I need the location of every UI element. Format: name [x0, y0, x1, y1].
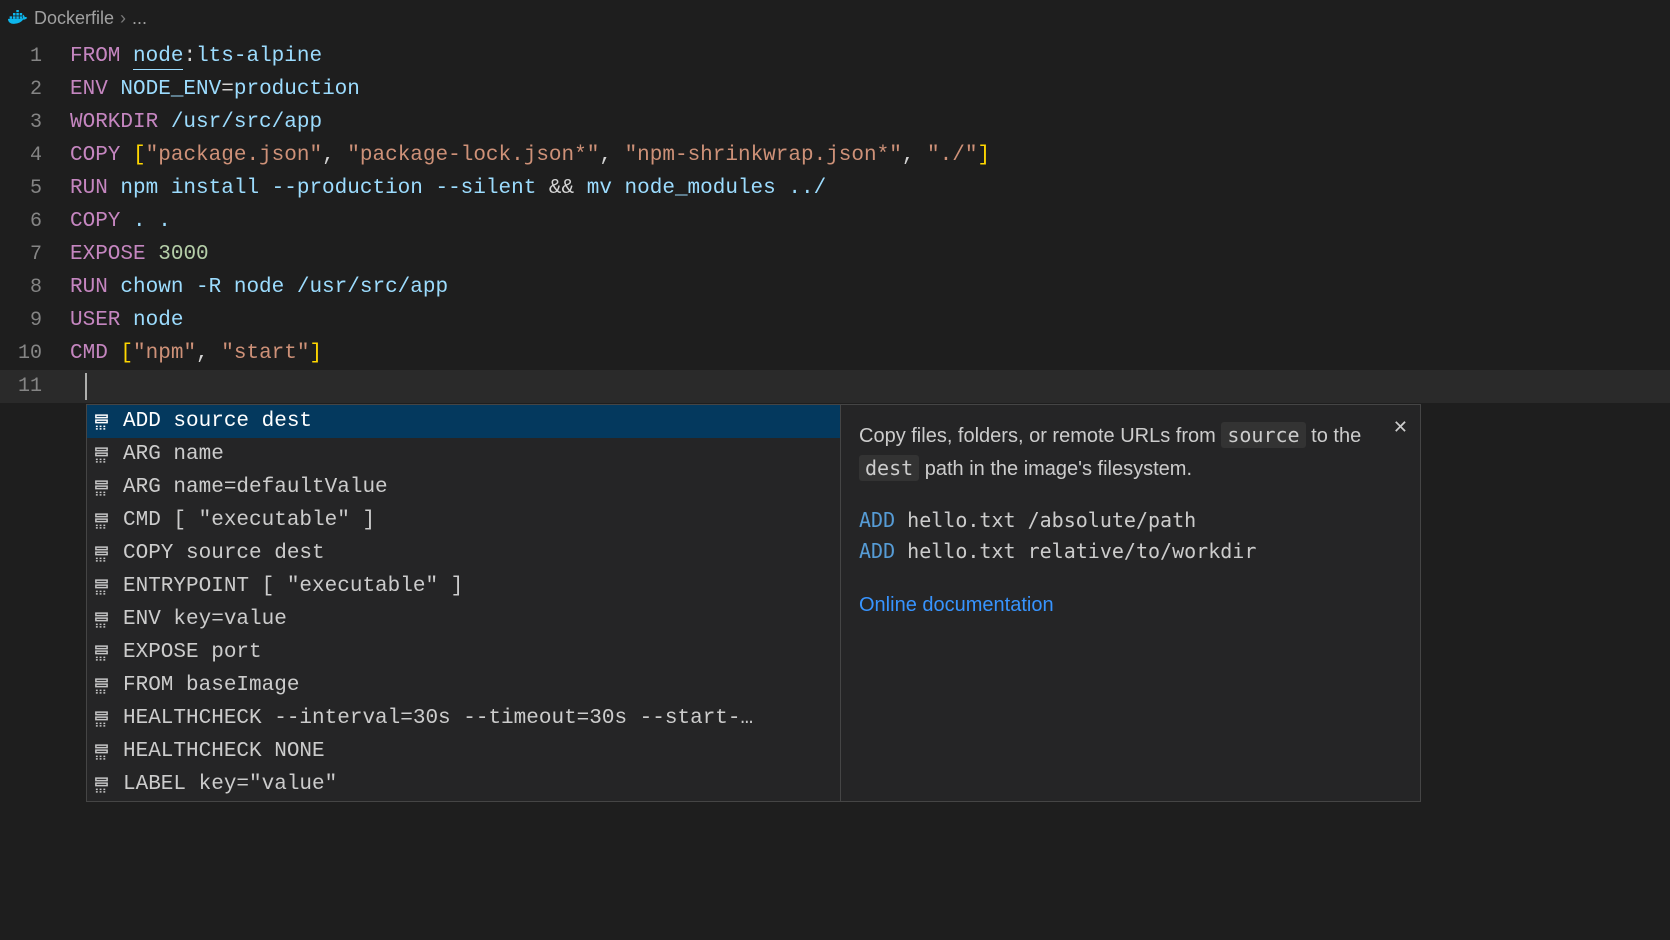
breadcrumb-file[interactable]: Dockerfile — [34, 8, 114, 29]
snippet-icon — [93, 543, 115, 565]
code-content[interactable]: USER node — [70, 304, 183, 337]
editor-line[interactable]: 11 — [0, 370, 1670, 403]
suggestion-label: CMD [ "executable" ] — [123, 509, 375, 532]
editor-line[interactable]: 6COPY . . — [0, 205, 1670, 238]
doc-source-token: source — [1221, 422, 1305, 448]
suggestion-item[interactable]: EXPOSE port — [87, 636, 840, 669]
suggestion-label: HEALTHCHECK NONE — [123, 740, 325, 763]
editor-line[interactable]: 3WORKDIR /usr/src/app — [0, 106, 1670, 139]
line-number: 4 — [0, 139, 70, 172]
editor-line[interactable]: 2ENV NODE_ENV=production — [0, 73, 1670, 106]
suggestion-item[interactable]: HEALTHCHECK NONE — [87, 735, 840, 768]
suggestion-label: LABEL key="value" — [123, 773, 337, 796]
suggestion-description: Copy files, folders, or remote URLs from… — [859, 419, 1402, 485]
suggestion-item[interactable]: ENTRYPOINT [ "executable" ] — [87, 570, 840, 603]
editor-line[interactable]: 10CMD ["npm", "start"] — [0, 337, 1670, 370]
suggestion-label: ARG name — [123, 443, 224, 466]
editor-line[interactable]: 8RUN chown -R node /usr/src/app — [0, 271, 1670, 304]
suggestion-item[interactable]: ARG name=defaultValue — [87, 471, 840, 504]
suggestion-label: ADD source dest — [123, 410, 312, 433]
snippet-icon — [93, 741, 115, 763]
suggestion-label: HEALTHCHECK --interval=30s --timeout=30s… — [123, 707, 753, 730]
docker-icon — [8, 10, 28, 26]
snippet-icon — [93, 774, 115, 796]
suggestion-item[interactable]: FROM baseImage — [87, 669, 840, 702]
suggestion-item[interactable]: HEALTHCHECK --interval=30s --timeout=30s… — [87, 702, 840, 735]
snippet-icon — [93, 444, 115, 466]
code-content[interactable]: WORKDIR /usr/src/app — [70, 106, 322, 139]
snippet-icon — [93, 642, 115, 664]
snippet-icon — [93, 609, 115, 631]
suggestion-label: FROM baseImage — [123, 674, 299, 697]
suggestion-list[interactable]: ADD source dest ARG name ARG name=defaultV… — [86, 404, 841, 802]
code-content[interactable]: RUN chown -R node /usr/src/app — [70, 271, 448, 304]
suggestion-item[interactable]: LABEL key="value" — [87, 768, 840, 801]
breadcrumb-symbol[interactable]: ... — [132, 8, 147, 29]
line-number: 6 — [0, 205, 70, 238]
line-number: 2 — [0, 73, 70, 106]
editor-line[interactable]: 1FROM node:lts-alpine — [0, 40, 1670, 73]
line-number: 11 — [0, 370, 70, 403]
editor-line[interactable]: 9USER node — [0, 304, 1670, 337]
close-icon[interactable]: ✕ — [1393, 413, 1408, 442]
line-number: 8 — [0, 271, 70, 304]
suggestion-item[interactable]: CMD [ "executable" ] — [87, 504, 840, 537]
editor-line[interactable]: 4COPY ["package.json", "package-lock.jso… — [0, 139, 1670, 172]
editor-line[interactable]: 5RUN npm install --production --silent &… — [0, 172, 1670, 205]
code-content[interactable]: COPY ["package.json", "package-lock.json… — [70, 139, 990, 172]
snippet-icon — [93, 477, 115, 499]
suggestion-item[interactable]: ADD source dest — [87, 405, 840, 438]
snippet-icon — [93, 510, 115, 532]
suggestion-item[interactable]: COPY source dest — [87, 537, 840, 570]
editor[interactable]: 1FROM node:lts-alpine2ENV NODE_ENV=produ… — [0, 36, 1670, 403]
code-content[interactable]: EXPOSE 3000 — [70, 238, 209, 271]
suggestion-doc-panel: ✕ Copy files, folders, or remote URLs fr… — [841, 404, 1421, 802]
snippet-icon — [93, 576, 115, 598]
suggestion-label: COPY source dest — [123, 542, 325, 565]
snippet-icon — [93, 708, 115, 730]
code-content[interactable]: ENV NODE_ENV=production — [70, 73, 360, 106]
line-number: 1 — [0, 40, 70, 73]
line-number: 3 — [0, 106, 70, 139]
breadcrumb[interactable]: Dockerfile › ... — [0, 0, 1670, 36]
code-content[interactable]: FROM node:lts-alpine — [70, 40, 322, 73]
line-number: 10 — [0, 337, 70, 370]
suggestion-label: ENV key=value — [123, 608, 287, 631]
suggestion-label: ENTRYPOINT [ "executable" ] — [123, 575, 463, 598]
code-content[interactable]: COPY . . — [70, 205, 171, 238]
chevron-right-icon: › — [120, 8, 126, 29]
suggestion-item[interactable]: ARG name — [87, 438, 840, 471]
doc-dest-token: dest — [859, 455, 919, 481]
snippet-icon — [93, 411, 115, 433]
code-content[interactable]: RUN npm install --production --silent &&… — [70, 172, 826, 205]
suggestion-label: EXPOSE port — [123, 641, 262, 664]
suggestion-example: ADD hello.txt /absolute/path ADD hello.t… — [859, 505, 1402, 567]
online-documentation-link[interactable]: Online documentation — [859, 589, 1402, 621]
suggestion-item[interactable]: ENV key=value — [87, 603, 840, 636]
editor-line[interactable]: 7EXPOSE 3000 — [0, 238, 1670, 271]
line-number: 5 — [0, 172, 70, 205]
line-number: 9 — [0, 304, 70, 337]
code-content[interactable]: CMD ["npm", "start"] — [70, 337, 322, 370]
snippet-icon — [93, 675, 115, 697]
intellisense-widget: ADD source dest ARG name ARG name=defaultV… — [86, 404, 1421, 802]
suggestion-label: ARG name=defaultValue — [123, 476, 388, 499]
line-number: 7 — [0, 238, 70, 271]
